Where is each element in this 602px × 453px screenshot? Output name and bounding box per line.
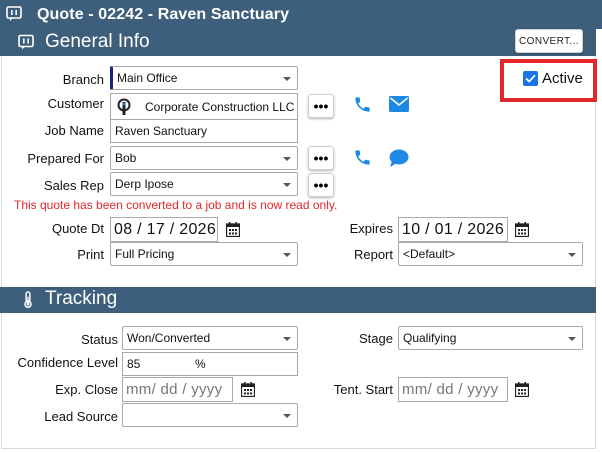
- active-label: Active: [542, 70, 583, 87]
- quote-date-label: Quote Dt: [51, 221, 104, 236]
- branch-value: Main Office: [117, 71, 178, 85]
- section-title-general: General Info: [45, 31, 150, 52]
- stage-label: Stage: [359, 331, 393, 346]
- chevron-down-icon: [283, 414, 291, 418]
- prepared-for-label: Prepared For: [27, 151, 104, 166]
- expires-label: Expires: [349, 221, 393, 236]
- chat-icon[interactable]: [389, 149, 409, 167]
- quote-date-input[interactable]: 08 / 17 / 2026: [110, 217, 218, 242]
- phone-icon[interactable]: [353, 95, 372, 114]
- stage-select[interactable]: Qualifying: [398, 326, 583, 350]
- calendar-icon[interactable]: [226, 222, 240, 237]
- status-value: Won/Converted: [127, 331, 211, 345]
- window-titlebar: Quote - 02242 - Raven Sanctuary: [0, 0, 602, 29]
- stage-value: Qualifying: [403, 331, 457, 345]
- chevron-down-icon: [283, 77, 291, 81]
- exp-close-input[interactable]: mm/ dd / yyyy: [122, 377, 233, 402]
- phone-icon[interactable]: [353, 148, 372, 167]
- sales-rep-more-button[interactable]: •••: [308, 173, 334, 197]
- section-title-tracking: Tracking: [45, 288, 118, 309]
- branch-label: Branch: [62, 72, 104, 87]
- report-label: Report: [353, 247, 393, 262]
- calendar-icon[interactable]: [241, 382, 255, 397]
- customer-logo-icon: [117, 98, 131, 115]
- chevron-down-icon: [568, 253, 576, 257]
- convert-button[interactable]: CONVERT...: [515, 29, 583, 53]
- lead-source-select[interactable]: [122, 403, 298, 427]
- chevron-down-icon: [283, 253, 291, 257]
- comment-icon: [6, 6, 22, 21]
- window-title: Quote - 02242 - Raven Sanctuary: [37, 6, 290, 23]
- sales-rep-value: Derp Ipose: [115, 177, 174, 191]
- job-name-label: Job Name: [44, 123, 104, 138]
- read-only-warning: This quote has been converted to a job a…: [14, 198, 338, 212]
- general-info-header[interactable]: General Info: [0, 29, 596, 56]
- confidence-label: Confidence Level: [17, 355, 118, 370]
- customer-more-button[interactable]: •••: [308, 94, 334, 118]
- active-checkbox[interactable]: [523, 71, 538, 86]
- print-select[interactable]: Full Pricing: [110, 242, 298, 266]
- prepared-for-select[interactable]: Bob: [110, 146, 298, 170]
- customer-field[interactable]: Corporate Construction LLC: [110, 93, 298, 120]
- sales-rep-select[interactable]: Derp Ipose: [110, 172, 298, 196]
- calendar-icon[interactable]: [515, 222, 529, 237]
- confidence-input[interactable]: 85 %: [122, 352, 298, 376]
- customer-label: Customer: [47, 96, 104, 111]
- thermometer-icon: [24, 291, 32, 308]
- lead-source-label: Lead Source: [44, 409, 118, 424]
- comment-icon: [18, 34, 34, 50]
- chevron-down-icon: [568, 337, 576, 341]
- confidence-unit: %: [195, 357, 206, 371]
- status-label: Status: [81, 332, 118, 347]
- status-select[interactable]: Won/Converted: [122, 326, 298, 350]
- chevron-down-icon: [283, 337, 291, 341]
- tent-start-label: Tent. Start: [333, 382, 393, 397]
- checkmark-icon: [525, 74, 536, 83]
- quote-date-value: 08 / 17 / 2026: [114, 220, 217, 238]
- exp-close-label: Exp. Close: [55, 382, 118, 397]
- tracking-header[interactable]: Tracking: [0, 287, 596, 313]
- customer-value: Corporate Construction LLC: [145, 99, 295, 114]
- email-icon[interactable]: [389, 96, 409, 112]
- report-value: <Default>: [403, 247, 456, 261]
- prepared-for-more-button[interactable]: •••: [308, 146, 334, 170]
- chevron-down-icon: [283, 157, 291, 161]
- sales-rep-label: Sales Rep: [44, 178, 104, 193]
- branch-select[interactable]: Main Office: [110, 66, 298, 90]
- print-label: Print: [77, 247, 104, 262]
- print-value: Full Pricing: [115, 247, 175, 261]
- expires-input[interactable]: 10 / 01 / 2026: [398, 217, 508, 242]
- job-name-input[interactable]: Raven Sanctuary: [110, 119, 298, 143]
- expires-value: 10 / 01 / 2026: [402, 220, 505, 238]
- calendar-icon[interactable]: [515, 382, 529, 397]
- report-select[interactable]: <Default>: [398, 242, 583, 266]
- prepared-for-value: Bob: [115, 151, 137, 165]
- confidence-value: 85: [127, 357, 141, 371]
- exp-close-placeholder: mm/ dd / yyyy: [126, 381, 223, 398]
- chevron-down-icon: [283, 183, 291, 187]
- tent-start-placeholder: mm/ dd / yyyy: [402, 381, 499, 398]
- tent-start-input[interactable]: mm/ dd / yyyy: [398, 377, 508, 402]
- job-name-value: Raven Sanctuary: [115, 124, 208, 138]
